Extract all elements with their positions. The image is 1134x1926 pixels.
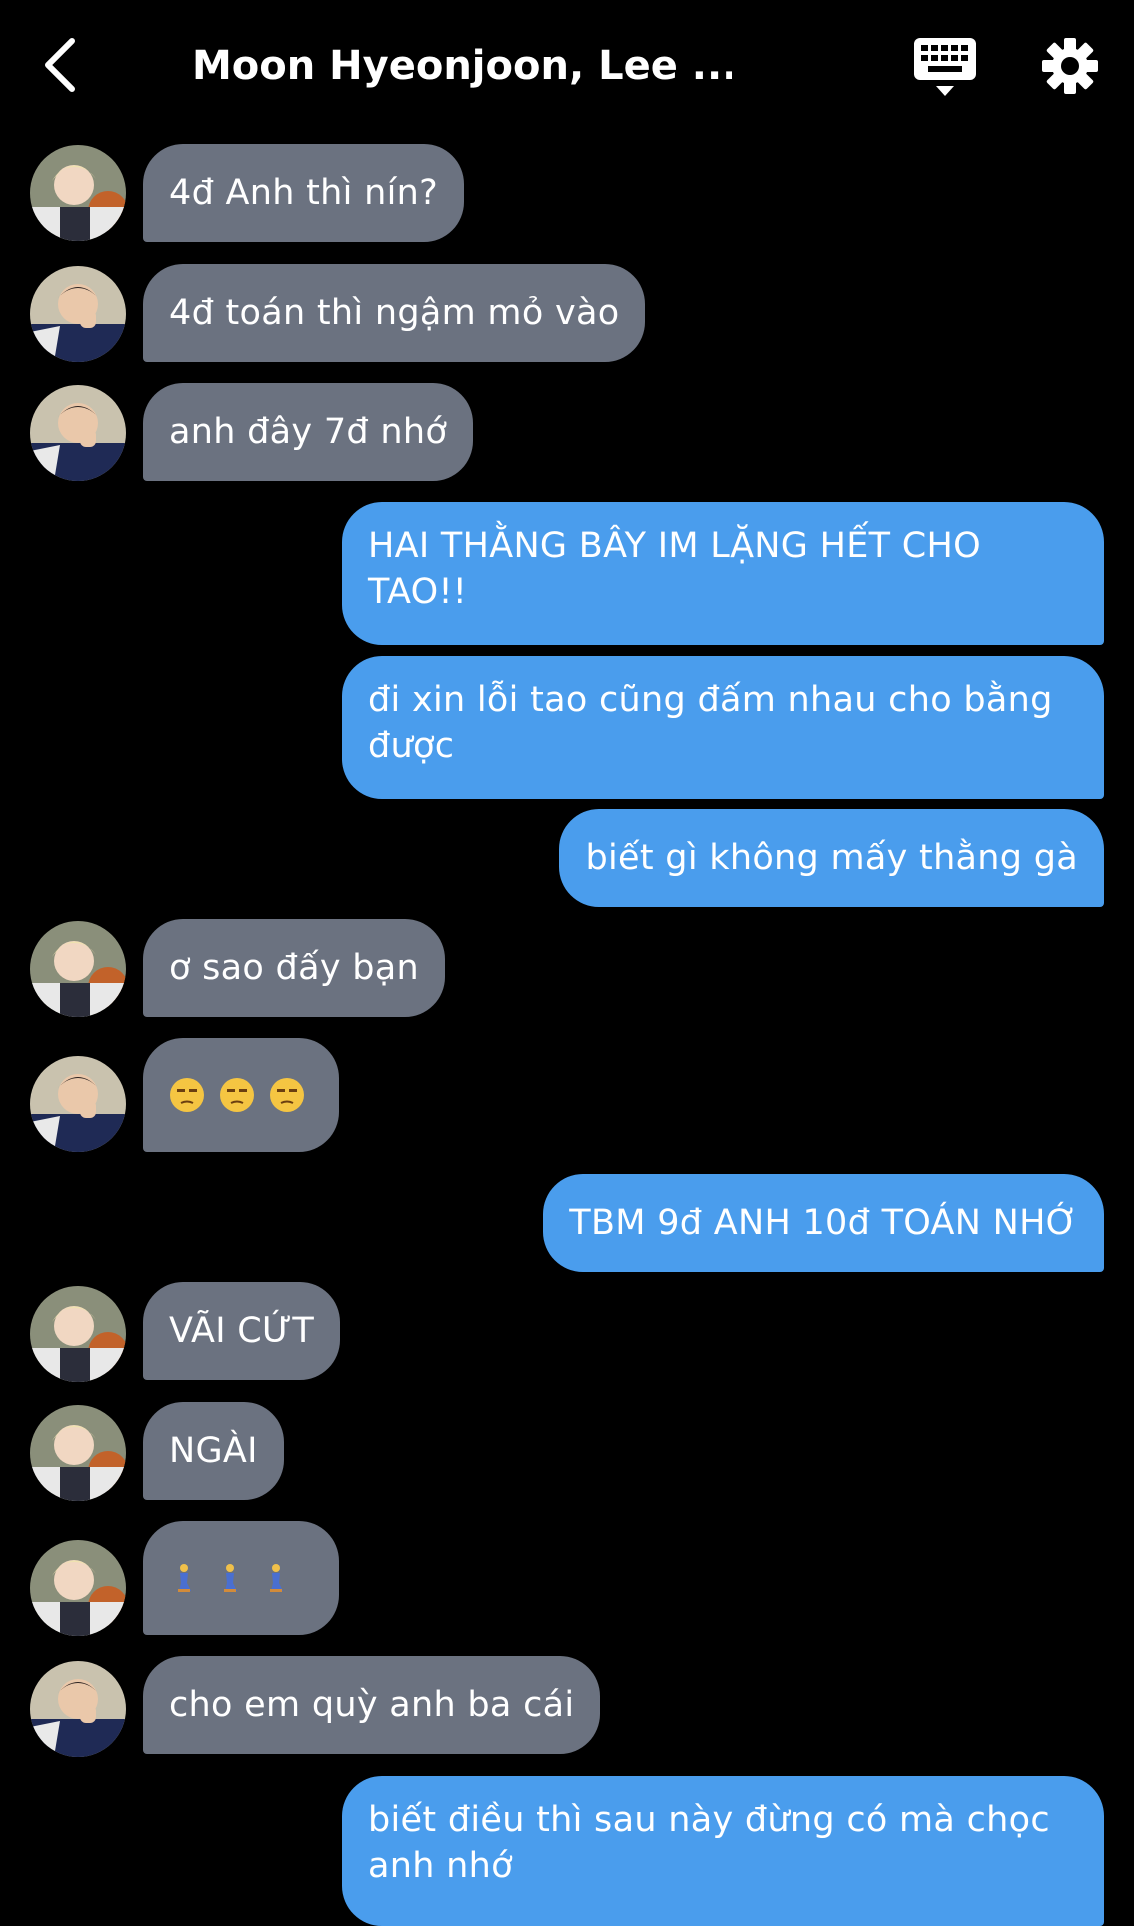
avatar-dark-image: [30, 1661, 126, 1757]
message-bubble-incoming[interactable]: [143, 1521, 339, 1635]
chat-header: Moon Hyeonjoon, Lee ...: [0, 0, 1134, 132]
kneeling-person-emoji-icon: [178, 1564, 191, 1592]
back-button[interactable]: [30, 30, 90, 100]
message-line: biết điều thì sau này đừng có mà chọc: [368, 1800, 1050, 1840]
message-line: TAO!!: [368, 572, 468, 612]
avatar-dark[interactable]: [30, 1661, 126, 1757]
kneeling-person-emoji-icon: [224, 1564, 237, 1592]
avatar-dark[interactable]: [30, 385, 126, 481]
avatar-blonde[interactable]: [30, 145, 126, 241]
message-line: được: [368, 726, 455, 766]
avatar-blonde-image: [30, 921, 126, 1017]
avatar-blonde-image: [30, 1405, 126, 1501]
avatar-blonde[interactable]: [30, 1286, 126, 1382]
keyboard-icon: [914, 38, 976, 96]
avatar-dark-image: [30, 1056, 126, 1152]
message-line: đi xin lỗi tao cũng đấm nhau cho bằng: [368, 680, 1053, 720]
emoji-row: [169, 1563, 285, 1593]
message-bubble-outgoing[interactable]: TBM 9đ ANH 10đ TOÁN NHỚ: [543, 1174, 1104, 1272]
message-text: biết điều thì sau này đừng có mà chọc an…: [368, 1797, 1050, 1889]
avatar-dark-image: [30, 385, 126, 481]
emoji-row: [169, 1077, 305, 1113]
message-bubble-incoming[interactable]: 4đ Anh thì nín?: [143, 144, 464, 242]
message-bubble-incoming[interactable]: VÃI CỨT: [143, 1282, 341, 1380]
message-text: đi xin lỗi tao cũng đấm nhau cho bằng đư…: [368, 677, 1053, 769]
avatar-dark[interactable]: [30, 266, 126, 362]
settings-button[interactable]: [1040, 36, 1106, 96]
avatar-dark-image: [30, 266, 126, 362]
chevron-left-icon: [45, 38, 75, 92]
kneeling-person-emoji-icon: [270, 1564, 283, 1592]
unamused-face-emoji-icon: [220, 1078, 254, 1112]
message-line: anh nhớ: [368, 1846, 513, 1886]
message-bubble-outgoing[interactable]: biết điều thì sau này đừng có mà chọc an…: [342, 1776, 1104, 1926]
avatar-blonde-image: [30, 1540, 126, 1636]
message-bubble-outgoing[interactable]: biết gì không mấy thằng gà: [559, 809, 1104, 907]
message-bubble-incoming[interactable]: ơ sao đấy bạn: [143, 919, 446, 1017]
message-line: HAI THẰNG BÂY IM LẶNG HẾT CHO: [368, 526, 981, 566]
avatar-blonde-image: [30, 1286, 126, 1382]
gear-icon: [1042, 38, 1098, 94]
message-bubble-incoming[interactable]: NGÀI: [143, 1402, 284, 1500]
message-bubble-incoming[interactable]: anh đây 7đ nhớ: [143, 383, 474, 481]
message-bubble-outgoing[interactable]: HAI THẰNG BÂY IM LẶNG HẾT CHO TAO!!: [342, 502, 1104, 645]
message-bubble-incoming[interactable]: 4đ toán thì ngậm mỏ vào: [143, 264, 646, 362]
unamused-face-emoji-icon: [170, 1078, 204, 1112]
message-bubble-incoming[interactable]: cho em quỳ anh ba cái: [143, 1656, 601, 1754]
message-bubble-outgoing[interactable]: đi xin lỗi tao cũng đấm nhau cho bằng đư…: [342, 656, 1104, 799]
message-bubble-incoming[interactable]: [143, 1038, 339, 1152]
avatar-blonde[interactable]: [30, 1405, 126, 1501]
chat-title[interactable]: Moon Hyeonjoon, Lee ...: [192, 36, 732, 96]
avatar-blonde[interactable]: [30, 921, 126, 1017]
unamused-face-emoji-icon: [270, 1078, 304, 1112]
message-text: HAI THẰNG BÂY IM LẶNG HẾT CHO TAO!!: [368, 523, 981, 615]
avatar-blonde-image: [30, 145, 126, 241]
avatar-blonde[interactable]: [30, 1540, 126, 1636]
keyboard-button[interactable]: [912, 34, 978, 100]
avatar-dark[interactable]: [30, 1056, 126, 1152]
